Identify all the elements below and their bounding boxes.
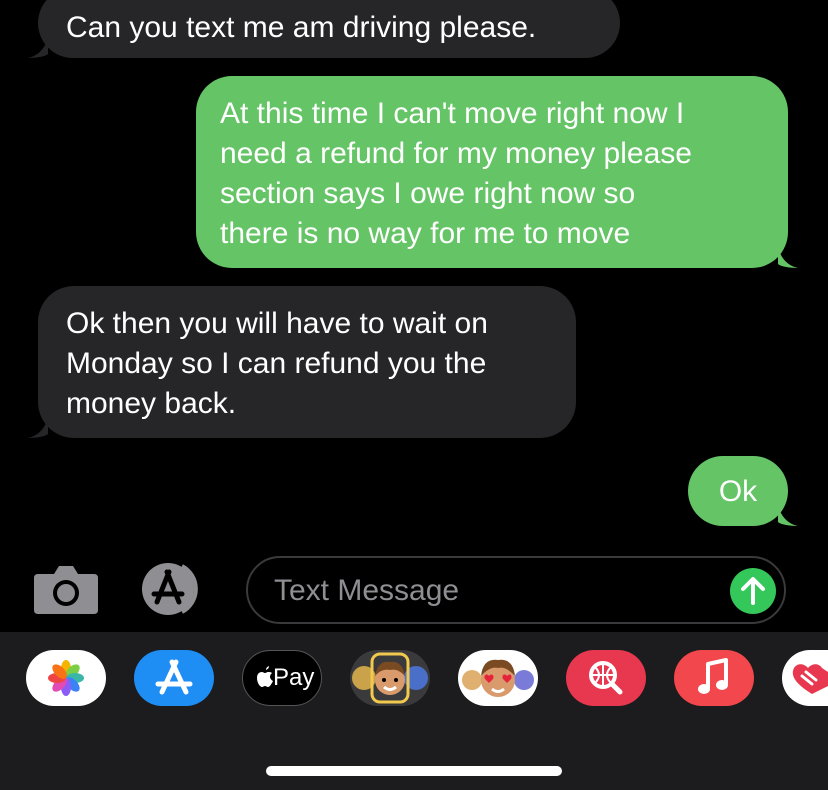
apps-button[interactable] <box>138 562 214 616</box>
camera-icon <box>34 566 98 614</box>
arrow-up-icon <box>741 577 765 605</box>
app-store-icon <box>155 659 193 695</box>
send-button[interactable] <box>730 568 776 614</box>
app-store-icon <box>142 563 198 615</box>
images-search-icon <box>589 661 623 695</box>
home-indicator[interactable] <box>266 766 562 776</box>
memoji-app-button[interactable] <box>350 650 430 706</box>
message-text: Ok <box>718 475 758 508</box>
music-icon <box>698 658 728 694</box>
app-drawer: Pay <box>0 632 828 790</box>
camera-button[interactable] <box>34 564 98 614</box>
images-search-app-button[interactable] <box>566 650 646 706</box>
digital-touch-icon <box>792 664 828 694</box>
memoji-icon <box>352 652 428 704</box>
app-store-app-button[interactable] <box>134 650 214 706</box>
bubble-tail <box>778 246 798 268</box>
music-app-button[interactable] <box>674 650 754 706</box>
memoji-stickers-icon <box>462 659 534 697</box>
message-text: Ok then you will have to wait on Monday … <box>66 307 488 420</box>
message-input-field[interactable]: Text Message <box>246 556 786 624</box>
photos-icon <box>48 660 84 696</box>
outgoing-message-bubble[interactable]: At this time I can't move right now I ne… <box>196 76 798 268</box>
message-text: Can you text me am driving please. <box>66 11 537 44</box>
incoming-message-bubble[interactable]: Can you text me am driving please. <box>28 0 620 58</box>
apple-pay-label: Pay <box>273 664 315 691</box>
photos-app-button[interactable] <box>26 650 106 706</box>
message-text: At this time I can't move right now I ne… <box>220 97 692 250</box>
incoming-message-bubble[interactable]: Ok then you will have to wait on Monday … <box>28 286 576 438</box>
memoji-stickers-app-button[interactable] <box>458 650 538 706</box>
apple-pay-app-button[interactable]: Pay <box>242 650 322 706</box>
message-input-placeholder: Text Message <box>274 574 460 607</box>
outgoing-message-bubble[interactable]: Ok <box>688 456 798 526</box>
digital-touch-app-button[interactable] <box>782 650 828 706</box>
bubble-tail <box>28 416 48 438</box>
bubble-tail <box>778 504 798 526</box>
bubble-tail <box>28 36 48 58</box>
